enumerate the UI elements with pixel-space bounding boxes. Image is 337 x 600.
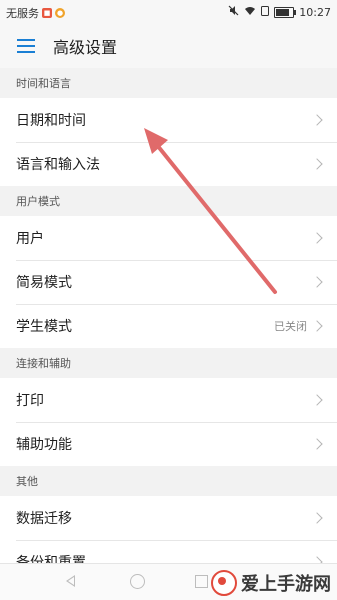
settings-item[interactable]: 语言和输入法 xyxy=(0,142,337,186)
back-icon[interactable] xyxy=(66,575,75,587)
watermark: 爱上手游网 xyxy=(211,570,331,596)
sim-icon xyxy=(261,5,270,19)
chevron-right-icon xyxy=(311,394,323,406)
settings-item-value: 已关闭 xyxy=(274,320,307,333)
notification-icon: ■ xyxy=(42,8,52,18)
settings-list: 时间和语言日期和时间语言和输入法用户模式用户简易模式学生模式 已关闭连接和辅助打印… xyxy=(0,68,337,584)
status-bar: 无服务 ■ ● 10:27 xyxy=(0,0,337,24)
status-left: 无服务 ■ ● xyxy=(6,5,65,21)
settings-item[interactable]: 辅助功能 xyxy=(0,422,337,466)
chevron-right-icon xyxy=(311,512,323,524)
status-right: 10:27 xyxy=(228,5,331,19)
app-notification-icon: ● xyxy=(55,8,65,18)
chevron-right-icon xyxy=(311,276,323,288)
settings-item-label: 用户 xyxy=(16,231,44,247)
settings-item[interactable]: 打印 xyxy=(0,378,337,422)
chevron-right-icon xyxy=(311,232,323,244)
settings-item[interactable]: 数据迁移 xyxy=(0,496,337,540)
watermark-logo-icon xyxy=(211,570,237,596)
chevron-right-icon xyxy=(311,438,323,450)
recent-apps-icon[interactable] xyxy=(195,575,208,588)
wifi-icon xyxy=(244,6,256,19)
section-header: 时间和语言 xyxy=(0,68,337,98)
carrier-text: 无服务 xyxy=(6,7,39,20)
home-icon[interactable] xyxy=(130,574,145,589)
settings-item-label: 打印 xyxy=(16,393,44,409)
chevron-right-icon xyxy=(311,114,323,126)
menu-icon[interactable] xyxy=(17,39,35,53)
section-header: 连接和辅助 xyxy=(0,348,337,378)
clock: 10:27 xyxy=(299,5,331,19)
settings-item-label: 辅助功能 xyxy=(16,437,72,453)
mute-icon xyxy=(228,5,239,19)
battery-icon xyxy=(274,6,297,18)
chevron-right-icon xyxy=(311,320,323,332)
settings-item[interactable]: 学生模式 已关闭 xyxy=(0,304,337,348)
section-header: 用户模式 xyxy=(0,186,337,216)
page-title: 高级设置 xyxy=(53,38,118,57)
settings-item[interactable]: 用户 xyxy=(0,216,337,260)
watermark-text: 爱上手游网 xyxy=(241,574,331,595)
settings-item-label: 简易模式 xyxy=(16,275,72,291)
settings-item[interactable]: 日期和时间 xyxy=(0,98,337,142)
settings-item-label: 日期和时间 xyxy=(16,113,86,129)
chevron-right-icon xyxy=(311,158,323,170)
app-bar: 高级设置 xyxy=(0,24,337,68)
settings-item-label: 语言和输入法 xyxy=(16,157,100,173)
section-header: 其他 xyxy=(0,466,337,496)
settings-item[interactable]: 简易模式 xyxy=(0,260,337,304)
settings-item-label: 学生模式 xyxy=(16,319,72,335)
settings-item-label: 数据迁移 xyxy=(16,511,72,527)
